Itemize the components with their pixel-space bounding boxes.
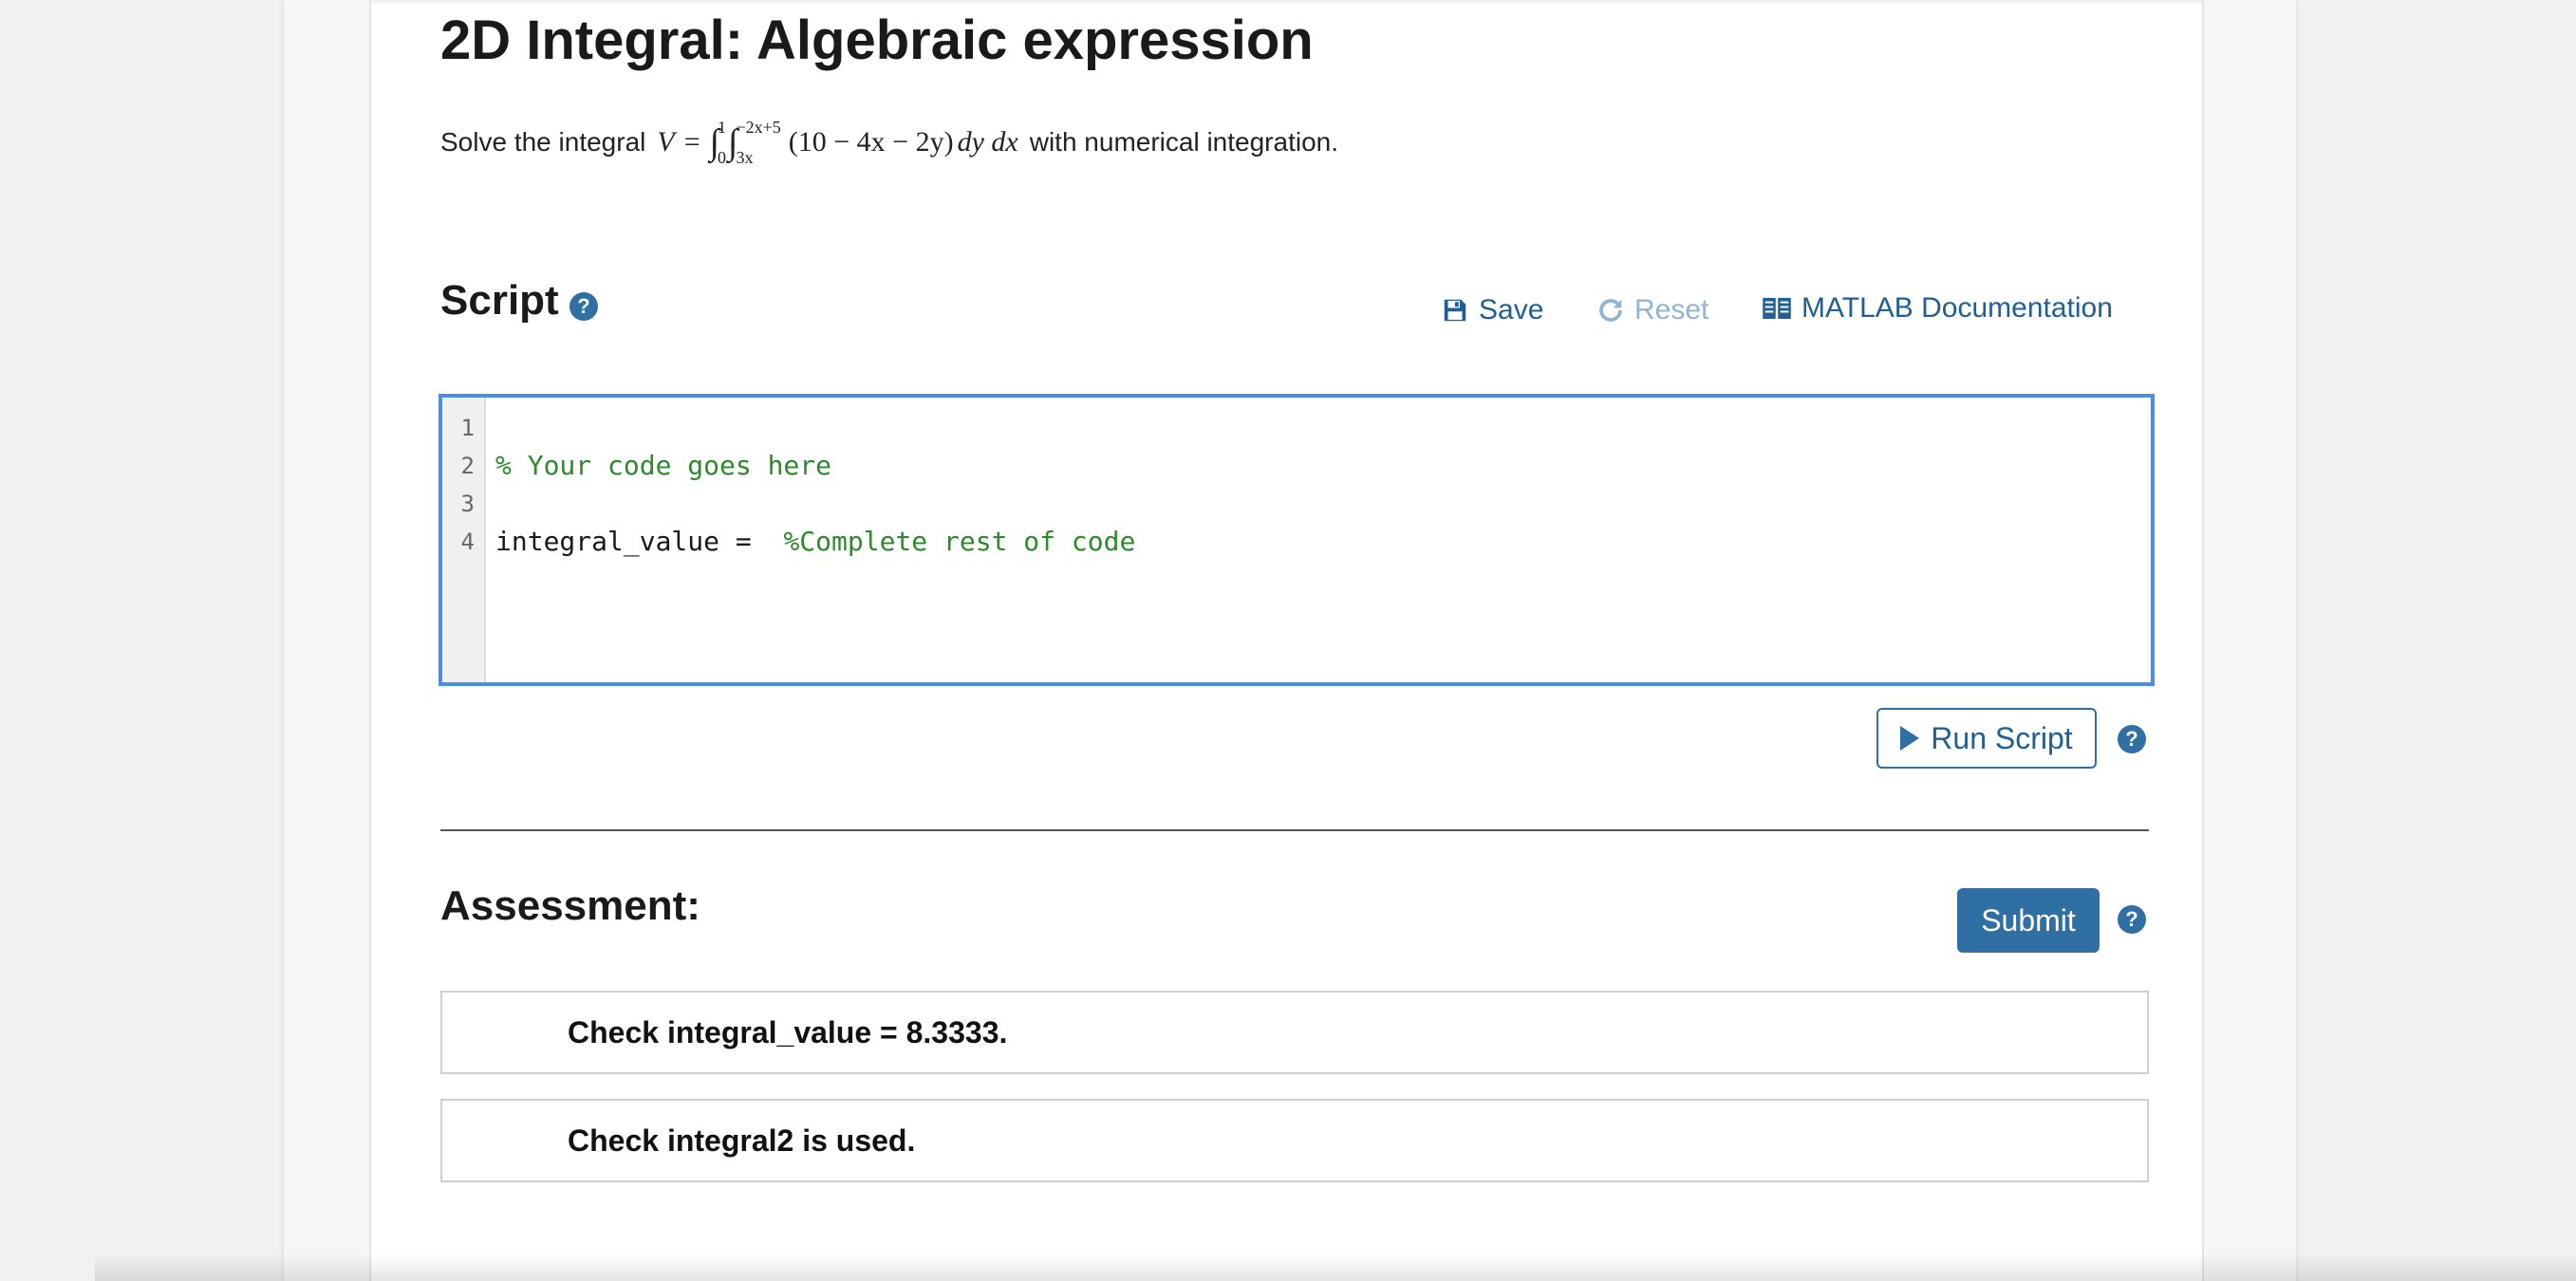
problem-prefix: Solve the integral (440, 127, 646, 157)
help-icon[interactable]: ? (569, 292, 598, 321)
help-icon[interactable]: ? (2118, 725, 2146, 753)
book-icon (1763, 297, 1791, 320)
assessment-check-item: Check integral_value = 8.3333. (440, 991, 2149, 1074)
code-content[interactable]: % Your code goes here integral_value = %… (495, 409, 2151, 561)
math-lhs: V (657, 126, 675, 158)
reset-label: Reset (1634, 294, 1709, 325)
problem-statement: Solve the integral V = ∫ 1 0 ∫ −2x+5 3x … (440, 112, 1338, 173)
line-number: 1 (460, 415, 475, 441)
play-icon (1900, 726, 1920, 751)
inner-integral: ∫ −2x+5 3x (728, 118, 781, 167)
save-button[interactable]: Save (1441, 294, 1543, 326)
code-comment: %Complete rest of code (783, 526, 1136, 557)
top-shadow (371, 0, 2202, 6)
code-line-1[interactable] (495, 409, 2151, 447)
problem-suffix: with numerical integration. (1029, 127, 1339, 157)
line-number: 2 (460, 453, 475, 479)
submit-button[interactable]: Submit (1957, 888, 2100, 953)
code-line-3[interactable] (495, 485, 2151, 523)
section-divider (440, 829, 2149, 831)
math-equals: = (683, 126, 700, 158)
code-statement: integral_value = (495, 526, 768, 557)
differentials: dy dx (957, 126, 1018, 158)
assessment-check-item: Check integral2 is used. (440, 1099, 2149, 1182)
run-script-label: Run Script (1931, 720, 2073, 755)
matlab-documentation-link[interactable]: MATLAB Documentation (1762, 292, 2113, 325)
bottom-shadow (95, 1253, 2576, 1281)
line-number: 3 (460, 491, 475, 517)
code-line-4[interactable]: integral_value = %Complete rest of code (495, 523, 2151, 561)
inner-lower-limit: 3x (736, 148, 754, 167)
line-number-gutter: 1 2 3 4 (442, 398, 486, 682)
docs-label: MATLAB Documentation (1801, 292, 2113, 324)
reset-button[interactable]: Reset (1596, 294, 1708, 326)
run-script-button[interactable]: Run Script (1876, 708, 2097, 769)
outer-integral: ∫ 1 0 (710, 118, 726, 167)
page-title: 2D Integral: Algebraic expression (440, 9, 1314, 71)
outer-lower-limit: 0 (718, 148, 727, 167)
inner-upper-limit: −2x+5 (736, 118, 781, 137)
outer-upper-limit: 1 (718, 118, 727, 137)
integral-expression: V = ∫ 1 0 ∫ −2x+5 3x (10 − 4x − 2y) dy d… (657, 118, 1018, 167)
script-heading: Script (440, 277, 559, 324)
code-line-2[interactable]: % Your code goes here (495, 447, 2151, 485)
code-editor[interactable]: 1 2 3 4 % Your code goes here integral_v… (439, 394, 2155, 686)
save-label: Save (1479, 294, 1544, 325)
reset-icon (1599, 299, 1622, 322)
save-icon (1444, 299, 1466, 322)
line-number: 4 (460, 529, 475, 555)
integrand: (10 − 4x − 2y) (788, 126, 954, 158)
assessment-heading: Assessment: (440, 882, 700, 929)
help-icon[interactable]: ? (2118, 905, 2146, 934)
